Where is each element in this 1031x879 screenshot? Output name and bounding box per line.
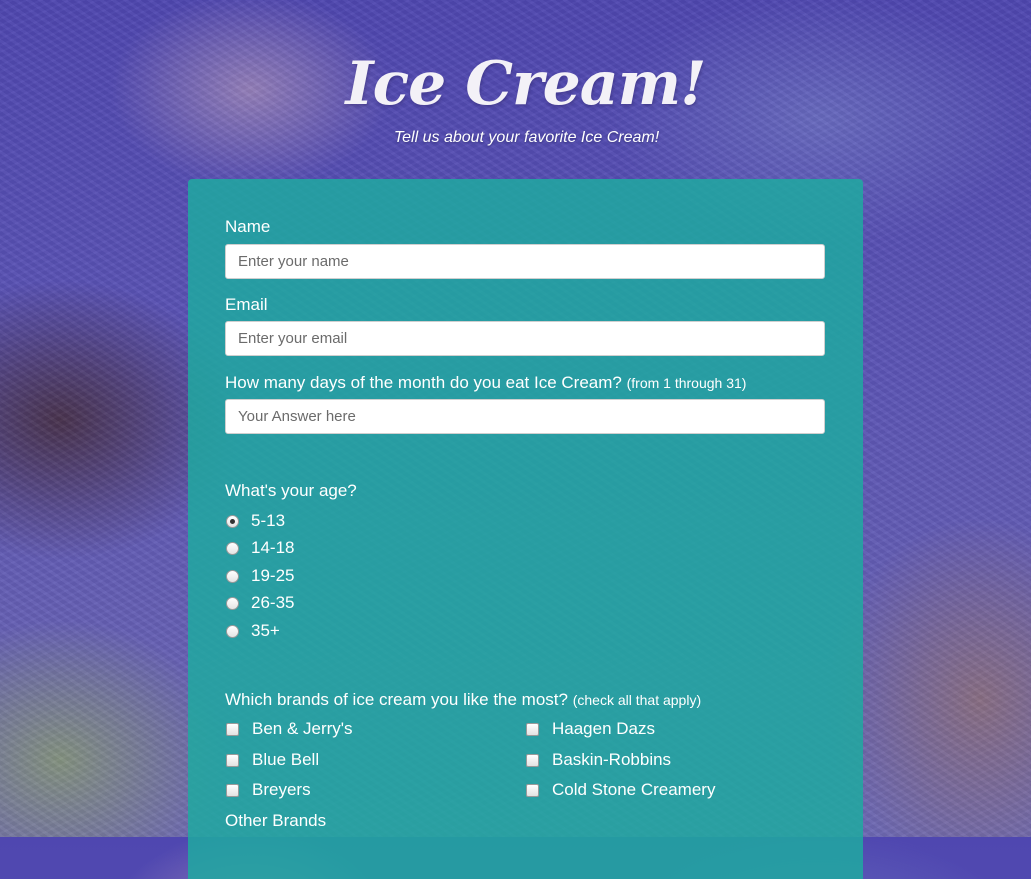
other-brands-label: Other Brands xyxy=(225,811,327,830)
brand-option-label: Haagen Dazs xyxy=(552,719,656,738)
checkbox[interactable] xyxy=(526,722,539,736)
age-option-14-18[interactable]: 14-18 xyxy=(226,538,294,558)
brands-question-text: Which brands of ice cream you like the m… xyxy=(225,690,568,709)
radio-button[interactable] xyxy=(226,541,239,555)
days-clue: (from 1 through 31) xyxy=(626,375,747,391)
days-label: How many days of the month do you eat Ic… xyxy=(225,373,746,393)
brand-option-label: Baskin-Robbins xyxy=(552,750,672,769)
name-label: Name xyxy=(225,217,271,236)
brand-option-label: Blue Bell xyxy=(252,750,320,769)
radio-button-checked[interactable] xyxy=(226,514,239,528)
radio-button[interactable] xyxy=(226,596,239,610)
age-option-19-25[interactable]: 19-25 xyxy=(226,566,294,586)
age-option-35-plus[interactable]: 35+ xyxy=(226,621,280,641)
brands-label: Which brands of ice cream you like the m… xyxy=(225,690,701,710)
age-label: What's your age? xyxy=(225,481,357,500)
age-option-label: 5-13 xyxy=(251,511,286,530)
brand-checkbox-breyers[interactable]: Breyers xyxy=(226,780,311,800)
brand-checkbox-blue-bell[interactable]: Blue Bell xyxy=(226,750,319,770)
checkbox[interactable] xyxy=(526,783,539,797)
checkbox[interactable] xyxy=(226,783,239,797)
page-title: Ice Cream! xyxy=(345,49,707,119)
radio-button[interactable] xyxy=(226,569,239,583)
brand-checkbox-ben-and-jerrys[interactable]: Ben & Jerry's xyxy=(226,719,353,739)
age-option-label: 14-18 xyxy=(251,538,295,557)
days-question-text: How many days of the month do you eat Ic… xyxy=(225,373,622,392)
checkbox[interactable] xyxy=(226,722,239,736)
brand-option-label: Cold Stone Creamery xyxy=(552,780,716,799)
email-label: Email xyxy=(225,295,268,314)
checkbox[interactable] xyxy=(226,753,239,767)
email-input[interactable] xyxy=(225,321,825,356)
brand-checkbox-cold-stone-creamery[interactable]: Cold Stone Creamery xyxy=(526,780,715,800)
age-option-label: 26-35 xyxy=(251,593,295,612)
age-option-label: 35+ xyxy=(251,621,280,640)
days-input[interactable] xyxy=(225,399,825,434)
brand-option-label: Breyers xyxy=(252,780,311,799)
age-option-26-35[interactable]: 26-35 xyxy=(226,593,294,613)
radio-button[interactable] xyxy=(226,624,239,638)
age-option-label: 19-25 xyxy=(251,566,295,585)
brand-option-label: Ben & Jerry's xyxy=(252,719,353,738)
age-option-5-13[interactable]: 5-13 xyxy=(226,511,285,531)
brand-checkbox-haagen-dazs[interactable]: Haagen Dazs xyxy=(526,719,655,739)
survey-form: Name Email How many days of the month do… xyxy=(188,179,863,879)
page-subtitle: Tell us about your favorite Ice Cream! xyxy=(393,129,660,146)
brand-checkbox-baskin-robbins[interactable]: Baskin-Robbins xyxy=(526,750,671,770)
checkbox[interactable] xyxy=(526,753,539,767)
name-input[interactable] xyxy=(225,244,825,279)
brands-clue: (check all that apply) xyxy=(572,692,702,708)
